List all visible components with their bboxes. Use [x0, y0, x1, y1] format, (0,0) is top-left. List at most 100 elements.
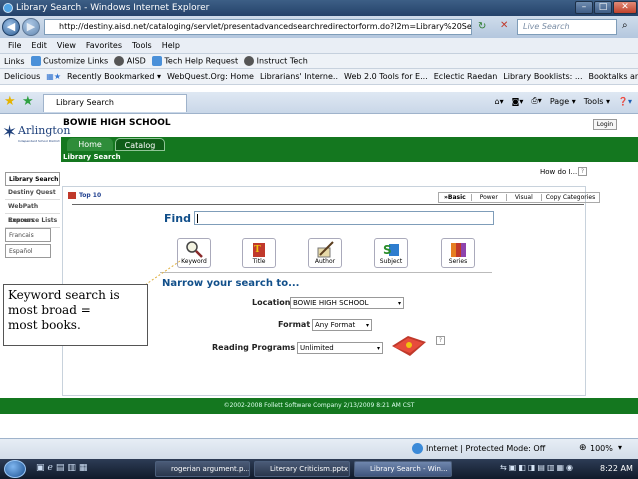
- subject-icon: S: [383, 243, 399, 257]
- location-select[interactable]: BOWIE HIGH SCHOOL ▾: [290, 297, 404, 309]
- format-select[interactable]: Any Format ▾: [312, 319, 372, 331]
- taskbar-item-rogerian[interactable]: rogerian argument.p...: [155, 461, 250, 477]
- tray-icons[interactable]: ⇆▣◧◨▤▥▦◉: [500, 463, 575, 472]
- sidebar-item-webpath[interactable]: WebPath Express: [5, 200, 60, 224]
- reading-programs-select[interactable]: Unlimited ▾: [297, 342, 383, 354]
- title-search-button[interactable]: T Title: [242, 238, 276, 268]
- series-search-button[interactable]: Series: [441, 238, 475, 268]
- reading-book-icon: [392, 336, 426, 356]
- link-aisd[interactable]: AISD: [114, 56, 146, 66]
- delicious-icon[interactable]: ▦★: [46, 72, 61, 81]
- taskbar-item-literary-criticism[interactable]: Literary Criticism.pptx: [254, 461, 350, 477]
- tools-menu[interactable]: Tools ▾: [584, 97, 610, 106]
- sidebar: Library Search Destiny Quest WebPath Exp…: [5, 172, 60, 258]
- sidebar-item-destiny-quest[interactable]: Destiny Quest: [5, 186, 60, 200]
- page-footer: ©2002-2008 Follett Software Company 2/13…: [0, 398, 638, 414]
- svg-text:T: T: [254, 245, 261, 255]
- svg-text:S: S: [383, 243, 392, 257]
- taskbar-item-library-search[interactable]: Library Search - Win...: [354, 461, 452, 477]
- tab-library-search[interactable]: Library Search: [43, 94, 187, 112]
- home-icon[interactable]: ⌂▾: [495, 97, 504, 106]
- start-orb-icon[interactable]: [4, 460, 26, 478]
- close-button[interactable]: ✕: [613, 1, 637, 14]
- zoom-dropdown-icon[interactable]: ▾: [618, 443, 622, 452]
- tab-catalog[interactable]: Catalog: [115, 138, 165, 151]
- links-bar: Links Customize Links AISD Tech Help Req…: [0, 54, 638, 69]
- live-search-input[interactable]: Live Search: [517, 19, 617, 35]
- feeds-icon[interactable]: ◙▾: [512, 97, 524, 106]
- stop-icon[interactable]: ✕: [500, 20, 508, 31]
- zoom-level[interactable]: 100%: [590, 444, 613, 453]
- bookmark-web20[interactable]: Web 2.0 Tools for E...: [344, 72, 428, 81]
- author-search-button[interactable]: Author: [308, 238, 342, 268]
- search-mode-tabs: »Basic Power Visual Copy Categories: [438, 192, 601, 203]
- link-customize[interactable]: Customize Links: [30, 56, 108, 66]
- menu-edit[interactable]: Edit: [31, 41, 47, 50]
- tab-copy-categories[interactable]: Copy Categories: [542, 194, 599, 201]
- recently-bookmarked[interactable]: Recently Bookmarked ▾: [67, 72, 161, 81]
- star-logo-icon: ✶: [2, 122, 18, 143]
- clock[interactable]: 8:22 AM: [600, 464, 633, 473]
- tab-home[interactable]: Home: [67, 138, 113, 151]
- menu-favorites[interactable]: Favorites: [86, 41, 122, 50]
- login-button[interactable]: Login: [593, 119, 617, 130]
- sidebar-item-francais[interactable]: Francais: [5, 228, 51, 242]
- menu-help[interactable]: Help: [162, 41, 180, 50]
- maximize-button[interactable]: □: [594, 1, 612, 14]
- how-do-i-link[interactable]: How do I...: [540, 168, 577, 176]
- address-bar: ◀ ▶ http://destiny.aisd.net/cataloging/s…: [0, 16, 638, 38]
- sidebar-item-resource-lists[interactable]: Resource Lists: [5, 214, 60, 228]
- ie-icon: [30, 56, 41, 66]
- delicious-label[interactable]: Delicious: [4, 72, 40, 81]
- tab-basic[interactable]: »Basic: [439, 194, 472, 201]
- refresh-icon[interactable]: ↻: [478, 21, 486, 32]
- quicklaunch-icons[interactable]: ▣ℯ▤▥▦: [36, 463, 90, 473]
- bookmark-booktalks[interactable]: Booktalks and \: [589, 72, 638, 81]
- links-label: Links: [4, 56, 25, 66]
- bookmark-booklists[interactable]: Library Booklists: ...: [503, 72, 582, 81]
- magnifier-icon: [186, 241, 203, 258]
- globe-icon: [114, 56, 125, 66]
- zoom-icon: ⊕: [579, 443, 587, 453]
- menu-file[interactable]: File: [8, 41, 21, 50]
- status-bar: Internet | Protected Mode: Off ⊕ 100% ▾: [0, 438, 638, 459]
- bookmark-webquest[interactable]: WebQuest.Org: Home: [167, 72, 254, 81]
- sidebar-item-espanol[interactable]: Español: [5, 244, 51, 258]
- help-question-icon[interactable]: ?: [578, 167, 587, 176]
- menu-view[interactable]: View: [57, 41, 76, 50]
- security-zone-text: Internet | Protected Mode: Off: [426, 444, 546, 453]
- menu-bar: File Edit View Favorites Tools Help: [0, 38, 638, 54]
- subject-search-button[interactable]: S Subject: [374, 238, 408, 268]
- text-cursor: [197, 214, 198, 223]
- buttons-divider: [160, 272, 492, 273]
- reading-programs-label: Reading Programs: [212, 343, 296, 352]
- back-button[interactable]: ◀: [2, 18, 20, 36]
- search-icon[interactable]: ⌕: [622, 20, 628, 31]
- district-logo[interactable]: ✶ Arlington Independent School District: [2, 120, 71, 152]
- menu-tools[interactable]: Tools: [132, 41, 152, 50]
- bookmark-librarians[interactable]: Librarians' Interne..: [260, 72, 338, 81]
- tab-power[interactable]: Power: [472, 194, 507, 201]
- link-tech-help[interactable]: Tech Help Request: [151, 56, 238, 66]
- tab-visual[interactable]: Visual: [507, 194, 542, 201]
- minimize-button[interactable]: –: [575, 1, 593, 14]
- top10-link[interactable]: Top 10: [79, 192, 101, 199]
- page-menu[interactable]: Page ▾: [550, 97, 576, 106]
- favorites-star-icon[interactable]: ★: [4, 94, 16, 109]
- add-favorites-icon[interactable]: ★: [22, 94, 34, 109]
- find-input[interactable]: [194, 211, 494, 225]
- link-instruct-tech[interactable]: Instruct Tech: [244, 56, 308, 66]
- school-name: BOWIE HIGH SCHOOL: [63, 118, 171, 128]
- window-title: Library Search - Windows Internet Explor…: [16, 3, 210, 13]
- sidebar-item-library-search[interactable]: Library Search: [5, 172, 60, 186]
- quill-icon: [317, 241, 334, 258]
- title-bar: Library Search - Windows Internet Explor…: [0, 0, 638, 16]
- forward-button[interactable]: ▶: [22, 18, 40, 36]
- reading-help-icon[interactable]: ?: [436, 336, 445, 345]
- bookmark-eclectic[interactable]: Eclectic Raedan: [434, 72, 498, 81]
- location-label: Location: [252, 298, 291, 307]
- url-field[interactable]: http://destiny.aisd.net/cataloging/servl…: [44, 19, 472, 35]
- print-icon[interactable]: ⎙▾: [531, 96, 541, 106]
- tabs-underline: [72, 204, 584, 205]
- help-icon[interactable]: ❓▾: [618, 97, 632, 106]
